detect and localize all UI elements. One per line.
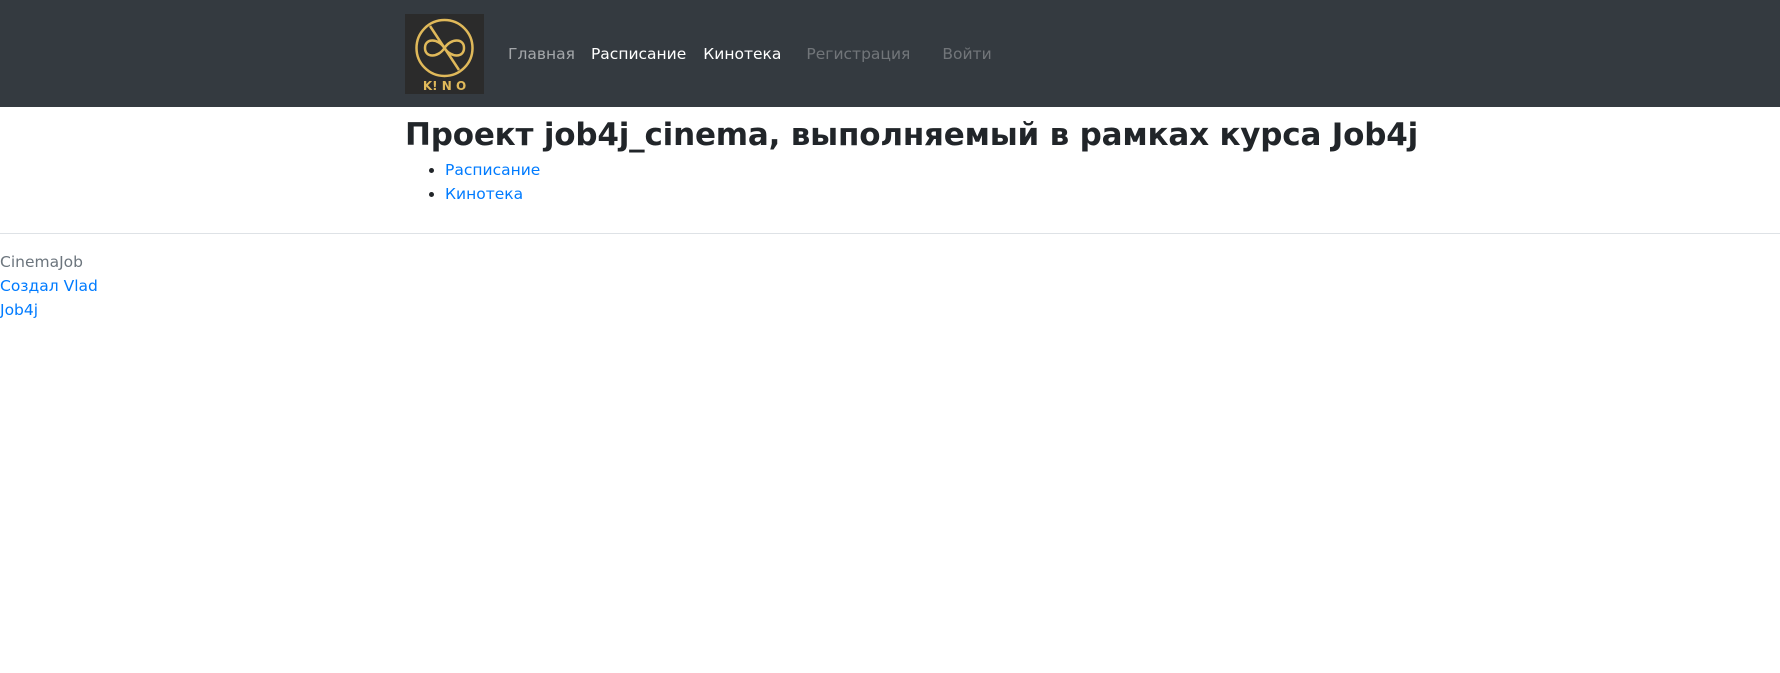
list-item: Расписание (445, 158, 1505, 182)
author-link[interactable]: Создал Vlad (0, 274, 98, 298)
main-nav: Главная Расписание Кинотека Регистрация … (508, 0, 992, 107)
nav-home-link[interactable]: Главная (508, 45, 575, 63)
list-item: Кинотека (445, 182, 1505, 206)
section-list: Расписание Кинотека (405, 158, 1505, 206)
footer-brand: CinemaJob (0, 253, 83, 271)
logo-text: K! N O (423, 79, 466, 93)
schedule-link[interactable]: Расписание (445, 161, 540, 179)
nav-login-link[interactable]: Войти (942, 45, 991, 63)
kino-infinity-logo-icon: K! N O (415, 18, 474, 93)
footer: CinemaJob Создал Vlad Job4j (0, 250, 98, 322)
kino-logo[interactable]: K! N O (405, 14, 484, 94)
page-title: Проект job4j_cinema, выполняемый в рамка… (405, 117, 1419, 153)
main-content: Проект job4j_cinema, выполняемый в рамка… (405, 116, 1505, 206)
course-link[interactable]: Job4j (0, 298, 98, 322)
films-link[interactable]: Кинотека (445, 185, 523, 203)
top-navbar: K! N O Главная Расписание Кинотека Регис… (0, 0, 1780, 107)
nav-films-link[interactable]: Кинотека (703, 45, 781, 63)
nav-schedule-link[interactable]: Расписание (591, 45, 686, 63)
nav-register-link[interactable]: Регистрация (806, 45, 910, 63)
footer-divider (0, 233, 1780, 234)
